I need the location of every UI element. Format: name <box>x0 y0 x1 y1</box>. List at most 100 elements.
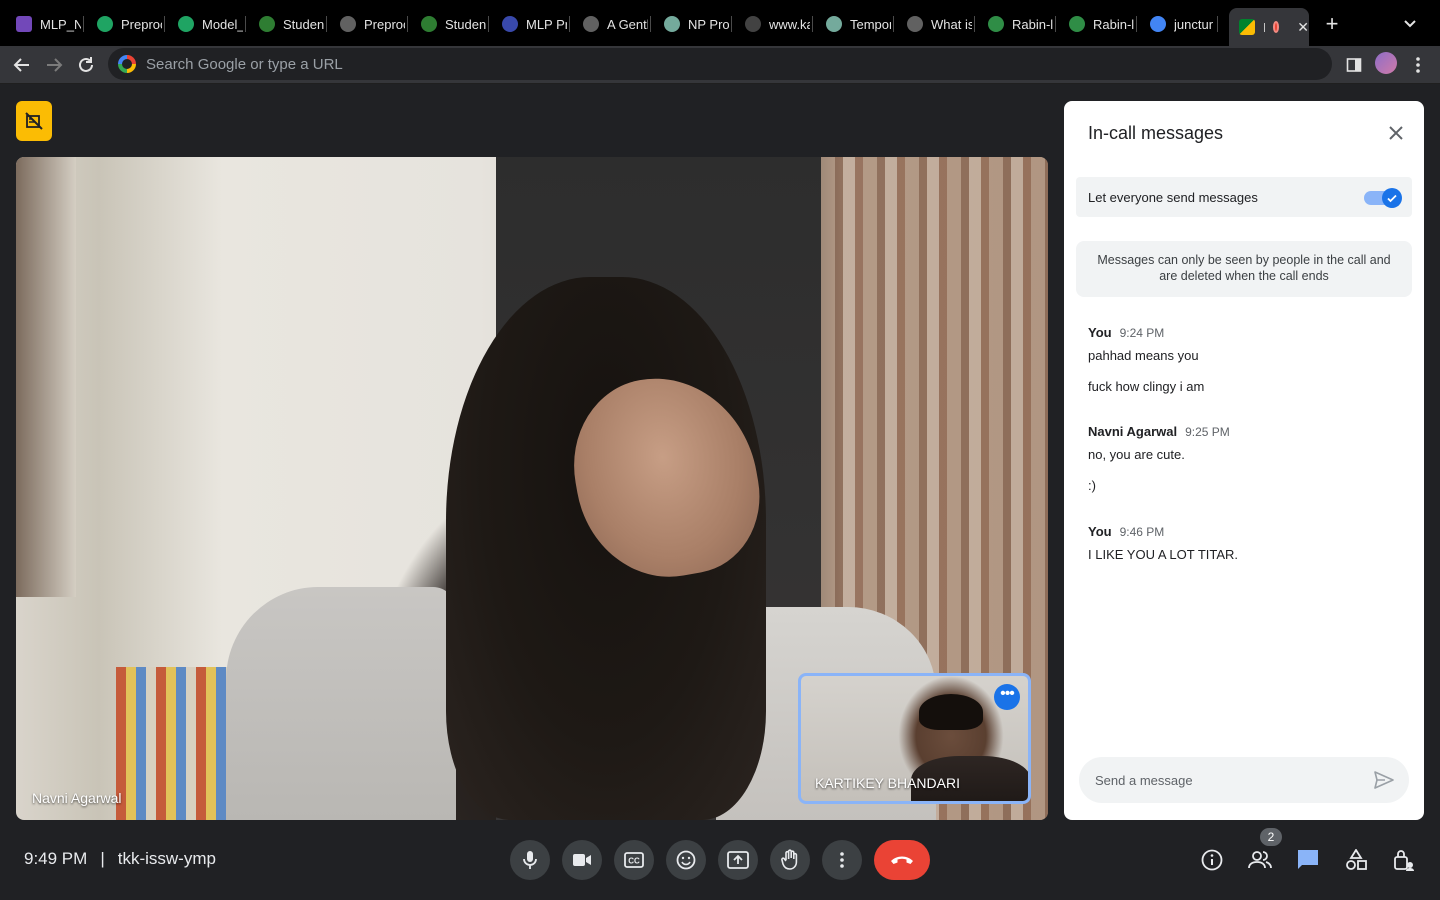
message-text: pahhad means you <box>1088 348 1199 363</box>
chatgpt-icon <box>664 16 680 32</box>
browser-tab[interactable]: Studen <box>249 8 324 40</box>
message-time: 9:46 PM <box>1119 525 1165 539</box>
send-messages-toggle[interactable] <box>1364 188 1402 208</box>
self-hair <box>919 694 983 730</box>
microphone-button[interactable] <box>510 840 550 880</box>
self-participant-name: KARTIKEY BHANDARI <box>815 775 960 791</box>
omnibox[interactable] <box>108 48 1332 80</box>
self-video-tile[interactable]: ••• KARTIKEY BHANDARI <box>798 673 1031 804</box>
address-input[interactable] <box>146 55 1146 73</box>
globe-icon <box>421 16 437 32</box>
send-icon <box>1374 771 1394 789</box>
let-everyone-send-row: Let everyone send messages <box>1076 177 1412 217</box>
lock-person-icon <box>1394 850 1414 871</box>
profile-avatar[interactable] <box>1375 52 1397 74</box>
browser-tab[interactable]: Preproc <box>330 8 405 40</box>
activities-button[interactable] <box>1344 848 1368 872</box>
tab-separator <box>650 16 651 32</box>
close-panel-button[interactable] <box>1386 123 1406 143</box>
privacy-notice: Messages can only be seen by people in t… <box>1076 241 1412 297</box>
browser-tab[interactable]: MLP Pr <box>492 8 567 40</box>
tab-title: Model_ <box>202 16 243 32</box>
forward-button[interactable] <box>41 52 67 78</box>
tab-separator <box>83 16 84 32</box>
tab-separator <box>1055 16 1056 32</box>
browser-tab[interactable]: Rabin-l <box>978 8 1053 40</box>
message-text: I LIKE YOU A LOT TITAR. <box>1088 547 1239 562</box>
browser-tab[interactable]: Studen <box>411 8 486 40</box>
tab-separator <box>245 16 246 32</box>
browser-tab[interactable]: A Gentl <box>573 8 648 40</box>
more-options-button[interactable] <box>822 840 862 880</box>
tab-title: Rabin-l <box>1012 16 1053 32</box>
tab-search-chevron-icon[interactable] <box>1400 14 1420 34</box>
check-icon <box>1382 188 1402 208</box>
present-screen-button[interactable] <box>718 840 758 880</box>
raise-hand-button[interactable] <box>770 840 810 880</box>
drive-icon <box>178 16 194 32</box>
message-group: You 9:24 PM pahhad means you fuck how cli… <box>1088 325 1408 394</box>
browser-tab[interactable]: Tempor <box>816 8 891 40</box>
side-panel-button[interactable] <box>1341 52 1367 78</box>
camera-button[interactable] <box>562 840 602 880</box>
browser-tab[interactable]: www.ka <box>735 8 810 40</box>
browser-tab[interactable]: Rabin-l <box>1059 8 1134 40</box>
new-tab-button[interactable]: + <box>1320 12 1344 36</box>
tab-strip: MLP_N Preproc Model_ Studen Preproc Studen MLP… <box>0 0 1440 46</box>
browser-menu-button[interactable] <box>1405 52 1431 78</box>
tab-separator <box>1136 16 1137 32</box>
tab-title: What is <box>931 16 972 32</box>
message-author: You <box>1088 524 1112 539</box>
recording-off-icon <box>25 112 43 130</box>
gfg-icon <box>1069 16 1085 32</box>
tab-separator <box>164 16 165 32</box>
browser-tab[interactable]: Model_ <box>168 8 243 40</box>
end-call-icon <box>891 856 913 864</box>
browser-tab[interactable]: Preproc <box>87 8 162 40</box>
video-camera-icon <box>573 854 591 866</box>
kebab-menu-icon <box>1416 57 1420 73</box>
microphone-icon <box>523 851 537 869</box>
tab-separator <box>893 16 894 32</box>
leave-call-button[interactable] <box>874 840 930 880</box>
tab-title: www.ka <box>769 16 810 32</box>
tab-separator <box>974 16 975 32</box>
globe-icon <box>340 16 356 32</box>
tab-title: Preproc <box>364 16 405 32</box>
tab-separator <box>326 16 327 32</box>
meeting-details-button[interactable] <box>1200 848 1224 872</box>
meeting-info: 9:49 PM | tkk-issw-ymp <box>24 849 216 869</box>
tab-active-meet[interactable]: I ✕ <box>1229 8 1309 46</box>
chat-icon <box>1298 850 1318 869</box>
reload-icon <box>79 57 93 72</box>
tab-title: junctur <box>1174 16 1214 32</box>
browser-tab[interactable]: junctur <box>1140 8 1215 40</box>
chatgpt-icon <box>826 16 842 32</box>
info-divider: | <box>100 849 105 868</box>
reactions-button[interactable] <box>666 840 706 880</box>
browser-tab[interactable]: What is <box>897 8 972 40</box>
person-arm-left <box>226 587 456 820</box>
back-button[interactable] <box>9 52 35 78</box>
bike-icon <box>907 16 923 32</box>
captions-button[interactable]: CC <box>614 840 654 880</box>
message-author: Navni Agarwal <box>1088 424 1178 439</box>
message-input[interactable] <box>1095 772 1355 788</box>
close-icon <box>1389 126 1403 140</box>
more-options-icon[interactable]: ••• <box>994 684 1020 710</box>
browser-tab[interactable]: MLP_N <box>6 8 81 40</box>
tab-close-icon[interactable]: ✕ <box>1297 19 1309 36</box>
browser-tab[interactable]: NP Pro <box>654 8 729 40</box>
chat-button[interactable] <box>1296 848 1320 872</box>
people-button[interactable] <box>1248 848 1272 872</box>
host-controls-button[interactable] <box>1392 848 1416 872</box>
back-arrow-icon <box>13 58 29 72</box>
send-message-button[interactable] <box>1373 770 1395 790</box>
forward-arrow-icon <box>47 58 63 72</box>
recording-badge[interactable] <box>16 101 52 141</box>
message-group: You 9:46 PM I LIKE YOU A LOT TITAR. <box>1088 524 1408 562</box>
tab-title: Tempor <box>850 16 891 32</box>
globe-icon <box>259 16 275 32</box>
kebab-menu-icon <box>840 852 844 868</box>
reload-button[interactable] <box>73 52 99 78</box>
